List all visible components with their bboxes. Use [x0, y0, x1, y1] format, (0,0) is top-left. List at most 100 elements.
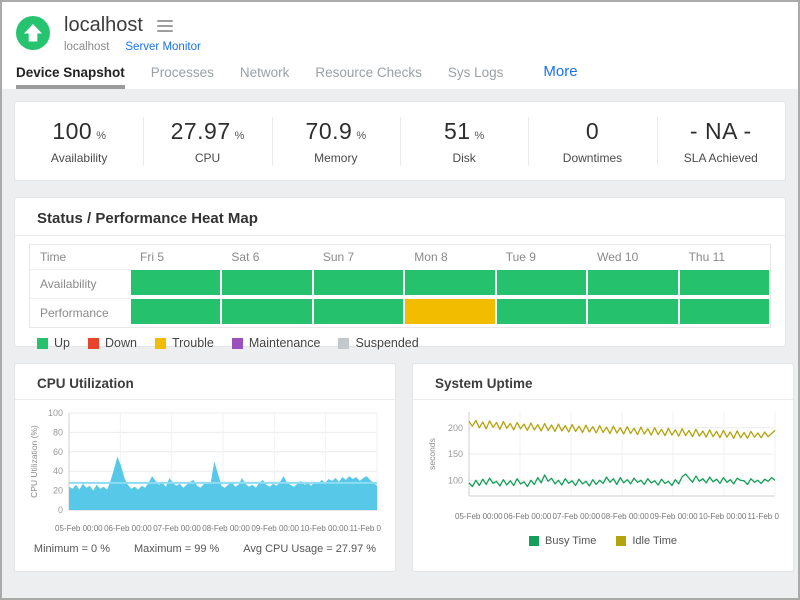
- legend-swatch-icon: [88, 338, 99, 349]
- heatmap-cell-trouble: [405, 299, 494, 324]
- heatmap-header-time: Time: [30, 245, 130, 269]
- tab-resource-checks[interactable]: Resource Checks: [315, 65, 422, 89]
- heatmap-cell-up: [588, 299, 677, 324]
- svg-text:100: 100: [48, 408, 63, 418]
- stat-label: SLA Achieved: [684, 151, 758, 165]
- stat-unit: %: [96, 130, 106, 142]
- stat-value: 27.97: [171, 118, 231, 145]
- breadcrumb-category-link[interactable]: Server Monitor: [125, 41, 200, 53]
- tab-network[interactable]: Network: [240, 65, 290, 89]
- x-axis-tick-label: 11-Feb 0: [748, 512, 779, 521]
- stat-disk: 51% Disk: [400, 102, 528, 180]
- heatmap-cell-up: [680, 270, 769, 295]
- legend-swatch-icon: [338, 338, 349, 349]
- legend-label: Maintenance: [249, 336, 321, 350]
- heatmap-cell-up: [588, 270, 677, 295]
- legend-swatch-icon: [37, 338, 48, 349]
- tab-more[interactable]: More: [543, 63, 577, 89]
- x-axis-tick-label: 07-Feb 00:00: [153, 524, 201, 533]
- tab-processes[interactable]: Processes: [151, 65, 214, 89]
- cpu-min-stat: Minimum = 0 %: [34, 543, 110, 555]
- svg-text:80: 80: [53, 427, 63, 437]
- heatmap-title: Status / Performance Heat Map: [15, 208, 785, 236]
- legend-swatch-icon: [616, 536, 626, 546]
- stat-value: 70.9: [306, 118, 353, 145]
- stat-sla-achieved: - NA - SLA Achieved: [657, 102, 785, 180]
- cpu-utilization-chart: 020406080100CPU Utilization (%): [29, 406, 381, 523]
- legend-label: Trouble: [172, 336, 214, 350]
- page-body: 100% Availability 27.97% CPU 70.9% Memor…: [2, 89, 798, 598]
- x-axis-tick-label: 05-Feb 00:00: [55, 524, 103, 533]
- tab-sys-logs[interactable]: Sys Logs: [448, 65, 504, 89]
- cpu-chart-x-labels: 05-Feb 00:0006-Feb 00:0007-Feb 00:0008-F…: [55, 524, 381, 533]
- heatmap-legend-item: Trouble: [155, 336, 214, 350]
- svg-text:CPU Utilization (%): CPU Utilization (%): [29, 425, 39, 498]
- uptime-chart-legend: Busy Time Idle Time: [427, 535, 779, 547]
- header: localhost localhost Server Monitor Devic…: [2, 2, 798, 89]
- heatmap-legend: Up Down Trouble Maintenance Suspended: [29, 336, 771, 350]
- x-axis-tick-label: 07-Feb 00:00: [553, 512, 601, 521]
- heatmap-cell-up: [314, 299, 403, 324]
- uptime-chart-x-labels: 05-Feb 00:0006-Feb 00:0007-Feb 00:0008-F…: [455, 512, 779, 521]
- heatmap-cell-up: [405, 270, 494, 295]
- x-axis-tick-label: 10-Feb 00:00: [699, 512, 747, 521]
- x-axis-tick-label: 11-Feb 0: [350, 524, 381, 533]
- svg-text:20: 20: [53, 486, 63, 496]
- stat-label: Disk: [452, 151, 475, 165]
- hamburger-menu-icon[interactable]: [155, 18, 175, 34]
- legend-label: Up: [54, 336, 70, 350]
- cpu-utilization-panel: CPU Utilization 020406080100CPU Utilizat…: [14, 363, 396, 572]
- chart-legend-item: Busy Time: [529, 535, 596, 547]
- heatmap-header-day: Thu 11: [679, 245, 770, 269]
- heatmap-header-day: Sun 7: [313, 245, 404, 269]
- heatmap-header-row: Time Fri 5 Sat 6 Sun 7 Mon 8 Tue 9 Wed 1…: [30, 245, 770, 269]
- cpu-avg-stat: Avg CPU Usage = 27.97 %: [243, 543, 376, 555]
- cpu-max-stat: Maximum = 99 %: [134, 543, 219, 555]
- legend-label: Down: [105, 336, 137, 350]
- stat-downtimes: 0 Downtimes: [528, 102, 656, 180]
- svg-text:seconds: seconds: [427, 438, 437, 470]
- heatmap-cell-up: [131, 299, 220, 324]
- heatmap-header-day: Tue 9: [496, 245, 587, 269]
- heatmap-cell-up: [131, 270, 220, 295]
- summary-stats-strip: 100% Availability 27.97% CPU 70.9% Memor…: [14, 101, 786, 181]
- cpu-chart-title: CPU Utilization: [15, 374, 395, 400]
- legend-swatch-icon: [232, 338, 243, 349]
- stat-label: Availability: [51, 151, 107, 165]
- chart-legend-item: Idle Time: [616, 535, 677, 547]
- tab-device-snapshot[interactable]: Device Snapshot: [16, 65, 125, 89]
- heatmap-row-label: Performance: [30, 298, 130, 327]
- stat-value: 100: [52, 118, 92, 145]
- heatmap-row-performance: Performance: [30, 298, 770, 327]
- x-axis-tick-label: 09-Feb 00:00: [251, 524, 299, 533]
- x-axis-tick-label: 09-Feb 00:00: [650, 512, 698, 521]
- breadcrumb-device: localhost: [64, 41, 109, 53]
- svg-text:100: 100: [448, 475, 463, 485]
- legend-label: Idle Time: [632, 535, 677, 547]
- svg-text:0: 0: [58, 505, 63, 515]
- stat-cpu: 27.97% CPU: [143, 102, 271, 180]
- svg-text:200: 200: [448, 423, 463, 433]
- stat-value: 51: [444, 118, 471, 145]
- uptime-chart-title: System Uptime: [413, 374, 793, 400]
- heatmap-row-label: Availability: [30, 269, 130, 298]
- heatmap-header-day: Mon 8: [404, 245, 495, 269]
- cpu-chart-stats: Minimum = 0 % Maximum = 99 % Avg CPU Usa…: [29, 543, 381, 555]
- heatmap-table: Time Fri 5 Sat 6 Sun 7 Mon 8 Tue 9 Wed 1…: [29, 244, 771, 328]
- legend-label: Busy Time: [545, 535, 596, 547]
- heatmap-header-day: Fri 5: [130, 245, 221, 269]
- heatmap-legend-item: Down: [88, 336, 137, 350]
- app-window: localhost localhost Server Monitor Devic…: [0, 0, 800, 600]
- heatmap-legend-item: Maintenance: [232, 336, 321, 350]
- heatmap-header-day: Sat 6: [221, 245, 312, 269]
- system-uptime-chart: 100150200seconds: [427, 406, 779, 511]
- breadcrumb: localhost Server Monitor: [64, 41, 201, 53]
- heatmap-legend-item: Suspended: [338, 336, 418, 350]
- heatmap-panel: Status / Performance Heat Map Time Fri 5…: [14, 197, 786, 347]
- heatmap-cell-up: [680, 299, 769, 324]
- stat-label: CPU: [195, 151, 220, 165]
- legend-swatch-icon: [155, 338, 166, 349]
- svg-text:60: 60: [53, 447, 63, 457]
- heatmap-cell-up: [222, 299, 311, 324]
- x-axis-tick-label: 06-Feb 00:00: [104, 524, 152, 533]
